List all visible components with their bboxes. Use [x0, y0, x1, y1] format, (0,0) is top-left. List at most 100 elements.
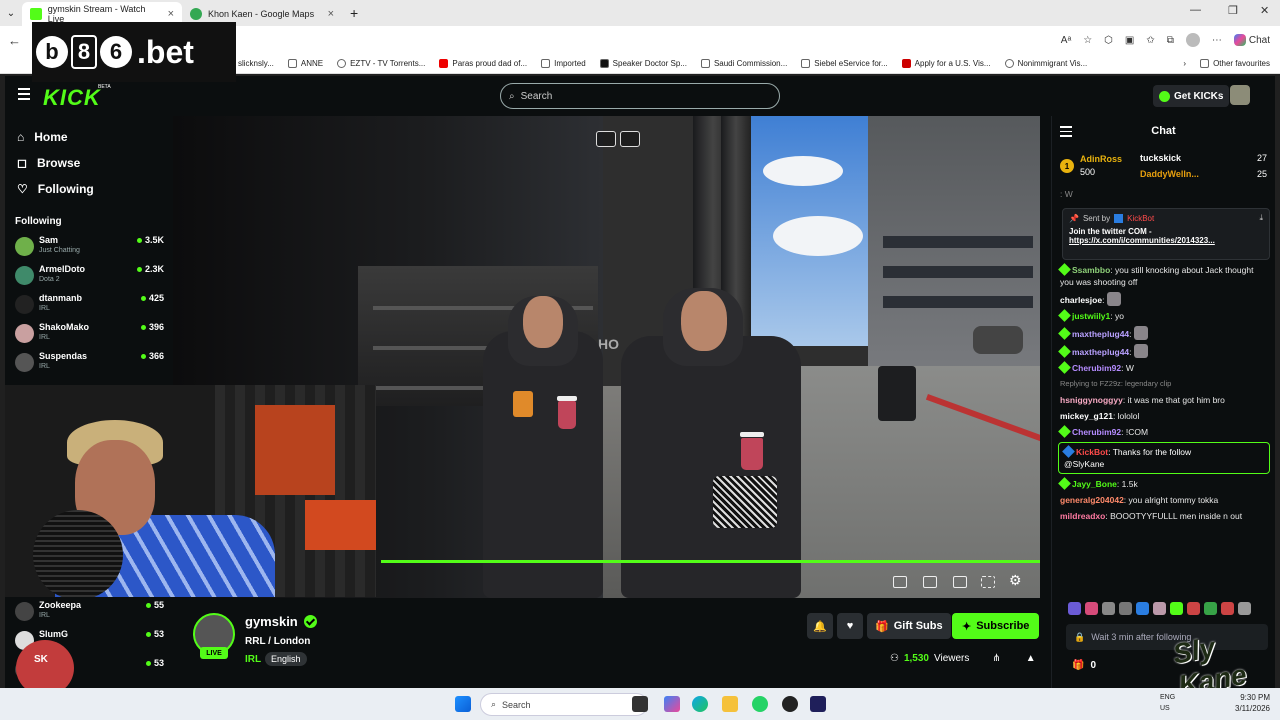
minimize-icon[interactable]: — — [1190, 4, 1201, 16]
system-clock[interactable]: 9:30 PM 3/11/2026 — [1200, 692, 1270, 714]
other-favourites[interactable]: Other favourites — [1200, 59, 1280, 68]
emote-icon[interactable] — [1187, 602, 1200, 615]
bookmark-item[interactable]: Saudi Commission... — [700, 59, 787, 68]
copilot-taskbar-icon[interactable] — [664, 696, 680, 712]
emote-icon[interactable] — [1204, 602, 1217, 615]
file-explorer-icon[interactable] — [722, 696, 738, 712]
chat-username[interactable]: hsniggynoggyy — [1060, 395, 1123, 405]
read-aloud-icon[interactable]: Aᵃ — [1061, 35, 1071, 46]
bookmark-item[interactable]: slicknsly... — [238, 59, 274, 68]
close-tab-icon[interactable]: × — [328, 8, 334, 20]
collections-icon[interactable]: ▣ — [1125, 35, 1134, 46]
chat-username[interactable]: Cherubim92 — [1072, 363, 1121, 373]
chat-username[interactable]: maxtheplug44 — [1072, 329, 1129, 339]
collapse-chat-icon[interactable] — [1060, 126, 1072, 140]
chat-username[interactable]: KickBot — [1076, 447, 1108, 457]
pinned-link[interactable]: https://x.com/i/communities/2014323... — [1069, 236, 1263, 245]
gift-subs-button[interactable]: 🎁 Gift Subs — [867, 613, 951, 639]
tab-actions-icon[interactable]: ⌄ — [0, 8, 22, 19]
bookmark-item[interactable]: Nonimmigrant Vis... — [1004, 59, 1087, 68]
chat-username[interactable]: mickey_g121 — [1060, 411, 1113, 421]
app-icon[interactable] — [782, 696, 798, 712]
chat-username[interactable]: Cherubim92 — [1072, 427, 1121, 437]
following-item[interactable]: Sam Just Chatting 3.5K — [5, 233, 170, 262]
edge-icon[interactable] — [692, 696, 708, 712]
following-item[interactable]: ArmelDoto Dota 2 2.3K — [5, 262, 170, 291]
maximize-icon[interactable]: ❐ — [1228, 4, 1238, 17]
sidebar-item-home[interactable]: ⌂ Home — [5, 124, 170, 150]
chat-username[interactable]: Ssambbo — [1072, 265, 1110, 275]
following-item[interactable]: Suspendas IRL 366 — [5, 349, 170, 378]
more-icon[interactable]: ⋯ — [1212, 35, 1222, 46]
copilot-chat-button[interactable]: Chat — [1233, 34, 1270, 46]
extensions-icon[interactable]: ⬡ — [1104, 35, 1113, 46]
notification-bell-button[interactable]: 🔔 — [807, 613, 833, 639]
pip-icon[interactable] — [893, 576, 907, 588]
clip-icon[interactable] — [596, 131, 616, 147]
bookmark-item[interactable]: EZTV - TV Torrents... — [337, 59, 425, 68]
whatsapp-icon[interactable] — [752, 696, 768, 712]
chat-username[interactable]: charlesjoe — [1060, 295, 1102, 305]
report-icon[interactable]: ▲ — [1026, 653, 1036, 664]
emote-icon[interactable] — [1119, 602, 1132, 615]
emote-icon[interactable] — [1221, 602, 1234, 615]
following-item[interactable]: ShakoMako IRL 396 — [5, 320, 170, 349]
chat-username[interactable]: justwiily1 — [1072, 311, 1110, 321]
bookmark-item[interactable]: Apply for a U.S. Vis... — [901, 59, 991, 68]
after-effects-icon[interactable] — [810, 696, 826, 712]
search-input[interactable]: ⌕ Search — [500, 83, 780, 109]
start-icon[interactable] — [455, 696, 471, 712]
stream-category[interactable]: IRL — [245, 654, 261, 665]
back-icon[interactable]: ← — [8, 33, 21, 48]
chat-username[interactable]: maxtheplug44 — [1072, 347, 1129, 357]
emote-icon[interactable] — [1068, 602, 1081, 615]
bookmark-item[interactable]: Imported — [541, 59, 586, 68]
emote-icon[interactable] — [1085, 602, 1098, 615]
gifter-leaderboard[interactable]: 1 AdinRoss 500 tuckskick 27 DaddyWelln... 25 — [1052, 146, 1275, 186]
task-view-icon[interactable] — [632, 696, 648, 712]
profile-avatar[interactable] — [1185, 33, 1200, 47]
bookmark-item[interactable]: Speaker Doctor Sp... — [599, 59, 687, 68]
emote-icon[interactable] — [1136, 602, 1149, 615]
channel-name[interactable]: gymskin — [245, 614, 298, 629]
sidebar-item-following[interactable]: ♡ Following — [5, 176, 170, 202]
close-window-icon[interactable]: ✕ — [1260, 4, 1269, 17]
sidebar-item-browse[interactable]: ◻ Browse — [5, 150, 170, 176]
bookmark-item[interactable]: Siebel eService for... — [801, 59, 888, 68]
fullscreen-icon[interactable] — [981, 576, 995, 588]
emote-icon[interactable] — [1153, 602, 1166, 615]
theatre-icon[interactable] — [620, 131, 640, 147]
get-kicks-button[interactable]: Get KICKs — [1153, 85, 1230, 107]
following-item[interactable]: Zookeepa IRL 55 — [5, 598, 170, 627]
theatre-mode-icon[interactable] — [953, 576, 967, 588]
bookmark-item[interactable]: ANNE — [287, 59, 323, 68]
emote-icon[interactable] — [1238, 602, 1251, 615]
emote-icon[interactable] — [1170, 602, 1183, 615]
copilot-icon[interactable]: ⧉ — [1167, 35, 1174, 46]
chat-username[interactable]: generalg204042 — [1060, 495, 1124, 505]
chat-username[interactable]: Jayy_Bone — [1072, 479, 1117, 489]
pinned-message[interactable]: 📌 Sent by KickBot ⤓ Join the twitter COM… — [1062, 208, 1270, 260]
video-progress-bar[interactable] — [381, 560, 1040, 563]
following-item[interactable]: dtanmanb IRL 425 — [5, 291, 170, 320]
settings-icon[interactable]: ⚙ — [1009, 572, 1022, 589]
favorites-bar-icon[interactable]: ✩ — [1146, 35, 1154, 46]
follow-heart-button[interactable]: ♥ — [837, 613, 863, 639]
bookmark-item[interactable]: Paras proud dad of... — [439, 59, 527, 68]
close-tab-icon[interactable]: × — [168, 8, 174, 20]
favorite-icon[interactable]: ☆ — [1083, 35, 1092, 46]
user-avatar[interactable] — [1230, 85, 1250, 105]
language-tag[interactable]: English — [265, 652, 307, 666]
channel-points[interactable]: 🎁 0 — [1072, 660, 1096, 671]
language-indicator[interactable]: ENG US — [1160, 692, 1175, 714]
taskbar-search[interactable]: ⌕ Search — [480, 693, 648, 716]
share-icon[interactable]: ⋔ — [992, 653, 1000, 664]
bookmarks-overflow-icon[interactable]: › — [1183, 59, 1186, 68]
unpin-icon[interactable]: ⤓ — [1259, 213, 1263, 223]
subscribe-button[interactable]: ✦ Subscribe — [952, 613, 1040, 639]
cast-icon[interactable] — [923, 576, 937, 588]
new-tab-icon[interactable]: + — [350, 5, 358, 21]
menu-icon[interactable] — [18, 88, 30, 103]
kick-logo[interactable]: KICK — [43, 85, 101, 111]
emote-icon[interactable] — [1102, 602, 1115, 615]
